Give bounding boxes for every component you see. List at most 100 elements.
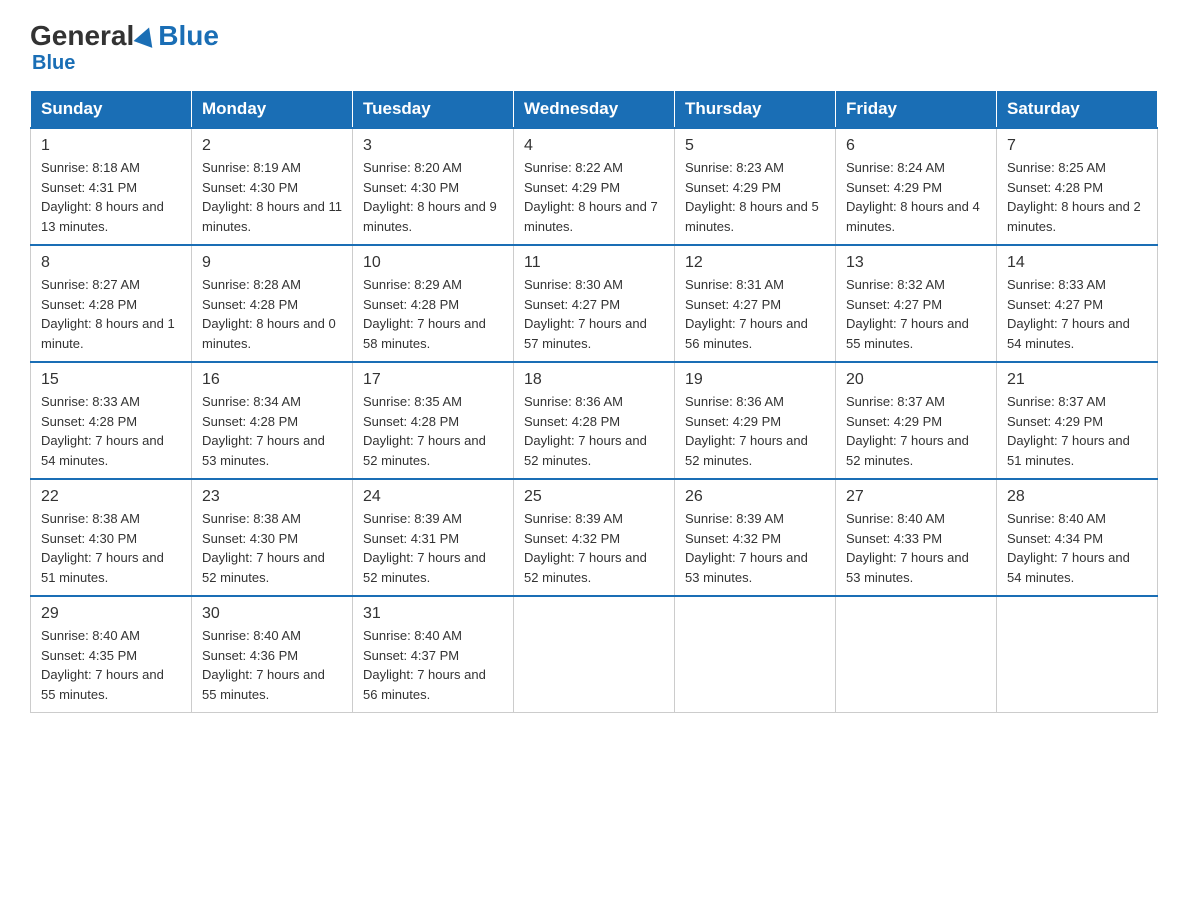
calendar-cell: 4 Sunrise: 8:22 AMSunset: 4:29 PMDayligh… (514, 128, 675, 245)
day-number: 15 (41, 371, 181, 389)
day-number: 3 (363, 137, 503, 155)
calendar-cell: 15 Sunrise: 8:33 AMSunset: 4:28 PMDaylig… (31, 362, 192, 479)
day-info: Sunrise: 8:31 AMSunset: 4:27 PMDaylight:… (685, 277, 808, 351)
day-number: 27 (846, 488, 986, 506)
calendar-cell: 31 Sunrise: 8:40 AMSunset: 4:37 PMDaylig… (353, 596, 514, 713)
calendar-cell: 9 Sunrise: 8:28 AMSunset: 4:28 PMDayligh… (192, 245, 353, 362)
calendar-week-3: 15 Sunrise: 8:33 AMSunset: 4:28 PMDaylig… (31, 362, 1158, 479)
day-number: 11 (524, 254, 664, 272)
day-info: Sunrise: 8:40 AMSunset: 4:35 PMDaylight:… (41, 628, 164, 702)
day-info: Sunrise: 8:27 AMSunset: 4:28 PMDaylight:… (41, 277, 175, 351)
day-number: 18 (524, 371, 664, 389)
calendar-header-saturday: Saturday (997, 91, 1158, 129)
calendar-cell: 30 Sunrise: 8:40 AMSunset: 4:36 PMDaylig… (192, 596, 353, 713)
logo: General Blue Blue (30, 20, 219, 75)
day-number: 1 (41, 137, 181, 155)
calendar-cell: 10 Sunrise: 8:29 AMSunset: 4:28 PMDaylig… (353, 245, 514, 362)
day-info: Sunrise: 8:40 AMSunset: 4:36 PMDaylight:… (202, 628, 325, 702)
day-info: Sunrise: 8:35 AMSunset: 4:28 PMDaylight:… (363, 394, 486, 468)
day-number: 8 (41, 254, 181, 272)
calendar-cell: 1 Sunrise: 8:18 AMSunset: 4:31 PMDayligh… (31, 128, 192, 245)
calendar-cell: 6 Sunrise: 8:24 AMSunset: 4:29 PMDayligh… (836, 128, 997, 245)
calendar-cell: 13 Sunrise: 8:32 AMSunset: 4:27 PMDaylig… (836, 245, 997, 362)
calendar-table: SundayMondayTuesdayWednesdayThursdayFrid… (30, 90, 1158, 713)
day-number: 21 (1007, 371, 1147, 389)
calendar-cell: 8 Sunrise: 8:27 AMSunset: 4:28 PMDayligh… (31, 245, 192, 362)
day-number: 20 (846, 371, 986, 389)
day-number: 30 (202, 605, 342, 623)
calendar-week-1: 1 Sunrise: 8:18 AMSunset: 4:31 PMDayligh… (31, 128, 1158, 245)
day-info: Sunrise: 8:32 AMSunset: 4:27 PMDaylight:… (846, 277, 969, 351)
day-info: Sunrise: 8:38 AMSunset: 4:30 PMDaylight:… (41, 511, 164, 585)
day-info: Sunrise: 8:24 AMSunset: 4:29 PMDaylight:… (846, 160, 980, 234)
day-number: 25 (524, 488, 664, 506)
logo-triangle-icon (134, 24, 159, 48)
calendar-header-sunday: Sunday (31, 91, 192, 129)
calendar-header-friday: Friday (836, 91, 997, 129)
day-info: Sunrise: 8:36 AMSunset: 4:29 PMDaylight:… (685, 394, 808, 468)
calendar-cell: 11 Sunrise: 8:30 AMSunset: 4:27 PMDaylig… (514, 245, 675, 362)
calendar-cell: 3 Sunrise: 8:20 AMSunset: 4:30 PMDayligh… (353, 128, 514, 245)
logo-subtitle: Blue (32, 52, 75, 75)
page-header: General Blue Blue (30, 20, 1158, 75)
calendar-cell: 17 Sunrise: 8:35 AMSunset: 4:28 PMDaylig… (353, 362, 514, 479)
calendar-header-tuesday: Tuesday (353, 91, 514, 129)
day-info: Sunrise: 8:38 AMSunset: 4:30 PMDaylight:… (202, 511, 325, 585)
day-info: Sunrise: 8:29 AMSunset: 4:28 PMDaylight:… (363, 277, 486, 351)
day-number: 10 (363, 254, 503, 272)
day-number: 16 (202, 371, 342, 389)
day-number: 13 (846, 254, 986, 272)
calendar-cell: 27 Sunrise: 8:40 AMSunset: 4:33 PMDaylig… (836, 479, 997, 596)
calendar-cell: 14 Sunrise: 8:33 AMSunset: 4:27 PMDaylig… (997, 245, 1158, 362)
day-info: Sunrise: 8:33 AMSunset: 4:28 PMDaylight:… (41, 394, 164, 468)
day-info: Sunrise: 8:19 AMSunset: 4:30 PMDaylight:… (202, 160, 342, 234)
day-info: Sunrise: 8:18 AMSunset: 4:31 PMDaylight:… (41, 160, 164, 234)
day-number: 14 (1007, 254, 1147, 272)
calendar-cell: 21 Sunrise: 8:37 AMSunset: 4:29 PMDaylig… (997, 362, 1158, 479)
calendar-cell: 16 Sunrise: 8:34 AMSunset: 4:28 PMDaylig… (192, 362, 353, 479)
calendar-cell: 18 Sunrise: 8:36 AMSunset: 4:28 PMDaylig… (514, 362, 675, 479)
calendar-week-4: 22 Sunrise: 8:38 AMSunset: 4:30 PMDaylig… (31, 479, 1158, 596)
calendar-header-thursday: Thursday (675, 91, 836, 129)
calendar-cell (675, 596, 836, 713)
calendar-cell: 12 Sunrise: 8:31 AMSunset: 4:27 PMDaylig… (675, 245, 836, 362)
calendar-cell: 28 Sunrise: 8:40 AMSunset: 4:34 PMDaylig… (997, 479, 1158, 596)
day-info: Sunrise: 8:40 AMSunset: 4:37 PMDaylight:… (363, 628, 486, 702)
day-info: Sunrise: 8:40 AMSunset: 4:34 PMDaylight:… (1007, 511, 1130, 585)
calendar-cell: 24 Sunrise: 8:39 AMSunset: 4:31 PMDaylig… (353, 479, 514, 596)
day-info: Sunrise: 8:23 AMSunset: 4:29 PMDaylight:… (685, 160, 819, 234)
day-info: Sunrise: 8:40 AMSunset: 4:33 PMDaylight:… (846, 511, 969, 585)
day-number: 28 (1007, 488, 1147, 506)
calendar-body: 1 Sunrise: 8:18 AMSunset: 4:31 PMDayligh… (31, 128, 1158, 713)
day-number: 29 (41, 605, 181, 623)
calendar-header-row: SundayMondayTuesdayWednesdayThursdayFrid… (31, 91, 1158, 129)
calendar-cell: 5 Sunrise: 8:23 AMSunset: 4:29 PMDayligh… (675, 128, 836, 245)
day-info: Sunrise: 8:39 AMSunset: 4:32 PMDaylight:… (524, 511, 647, 585)
day-info: Sunrise: 8:22 AMSunset: 4:29 PMDaylight:… (524, 160, 658, 234)
day-number: 24 (363, 488, 503, 506)
calendar-cell: 20 Sunrise: 8:37 AMSunset: 4:29 PMDaylig… (836, 362, 997, 479)
day-info: Sunrise: 8:25 AMSunset: 4:28 PMDaylight:… (1007, 160, 1141, 234)
day-info: Sunrise: 8:37 AMSunset: 4:29 PMDaylight:… (1007, 394, 1130, 468)
calendar-cell: 29 Sunrise: 8:40 AMSunset: 4:35 PMDaylig… (31, 596, 192, 713)
calendar-cell: 22 Sunrise: 8:38 AMSunset: 4:30 PMDaylig… (31, 479, 192, 596)
day-number: 31 (363, 605, 503, 623)
calendar-cell: 23 Sunrise: 8:38 AMSunset: 4:30 PMDaylig… (192, 479, 353, 596)
day-info: Sunrise: 8:20 AMSunset: 4:30 PMDaylight:… (363, 160, 497, 234)
day-info: Sunrise: 8:33 AMSunset: 4:27 PMDaylight:… (1007, 277, 1130, 351)
day-info: Sunrise: 8:28 AMSunset: 4:28 PMDaylight:… (202, 277, 336, 351)
calendar-cell: 2 Sunrise: 8:19 AMSunset: 4:30 PMDayligh… (192, 128, 353, 245)
day-number: 22 (41, 488, 181, 506)
calendar-week-2: 8 Sunrise: 8:27 AMSunset: 4:28 PMDayligh… (31, 245, 1158, 362)
day-number: 9 (202, 254, 342, 272)
calendar-cell (836, 596, 997, 713)
logo-blue-text: Blue (158, 20, 219, 52)
calendar-cell: 26 Sunrise: 8:39 AMSunset: 4:32 PMDaylig… (675, 479, 836, 596)
day-number: 2 (202, 137, 342, 155)
day-number: 6 (846, 137, 986, 155)
day-number: 17 (363, 371, 503, 389)
day-number: 12 (685, 254, 825, 272)
calendar-cell: 19 Sunrise: 8:36 AMSunset: 4:29 PMDaylig… (675, 362, 836, 479)
calendar-header-wednesday: Wednesday (514, 91, 675, 129)
calendar-cell (514, 596, 675, 713)
